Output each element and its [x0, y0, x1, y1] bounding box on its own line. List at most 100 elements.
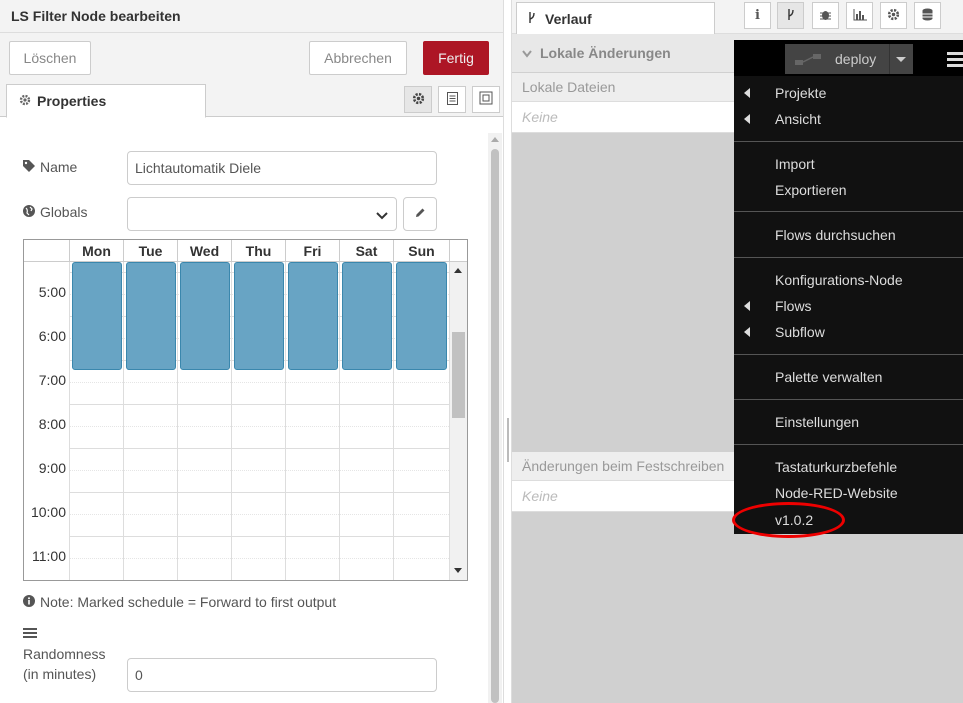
sidebar-context-button[interactable] — [914, 2, 941, 29]
menu-item-import[interactable]: Import — [734, 151, 963, 177]
menu-item-projects[interactable]: Projekte — [734, 80, 963, 106]
gridline — [123, 262, 124, 580]
caret-left-icon — [744, 301, 750, 311]
menu-item-config-nodes[interactable]: Konfigurations-Node — [734, 267, 963, 293]
gridline — [231, 262, 232, 580]
node-settings-button[interactable] — [404, 86, 432, 113]
time-label: 5:00 — [38, 284, 66, 300]
day-header: Fri — [285, 240, 339, 262]
schedule-event-sat[interactable] — [342, 262, 392, 370]
node-appearance-button[interactable] — [472, 86, 500, 113]
resize-frame-icon — [479, 91, 493, 108]
name-input[interactable]: Lichtautomatik Diele — [127, 151, 437, 185]
caret-left-icon — [744, 88, 750, 98]
randomness-input[interactable]: 0 — [127, 658, 437, 692]
deploy-divider — [889, 44, 890, 74]
globals-select[interactable] — [127, 197, 397, 231]
schedule-event-mon[interactable] — [72, 262, 122, 370]
tray-scroll-thumb[interactable] — [491, 149, 499, 703]
day-header: Wed — [177, 240, 231, 262]
tray-toolbar: Löschen Abbrechen Fertig — [0, 33, 503, 81]
time-label: 10:00 — [30, 504, 66, 520]
scroll-up-icon[interactable] — [491, 137, 499, 142]
time-label: 6:00 — [38, 328, 66, 344]
chevron-down-icon — [376, 208, 388, 224]
info-icon: i — [755, 8, 760, 23]
sidebar-config-button[interactable] — [880, 2, 907, 29]
deploy-button[interactable]: deploy — [785, 44, 913, 74]
sidebar-info-button[interactable]: i — [744, 2, 771, 29]
menu-separator — [734, 444, 963, 445]
menu-item-flows[interactable]: Flows — [734, 293, 963, 319]
done-button[interactable]: Fertig — [423, 41, 489, 75]
menu-item-subflow[interactable]: Subflow — [734, 319, 963, 345]
calendar-scroll-thumb[interactable] — [452, 332, 465, 418]
gear-icon — [19, 93, 31, 109]
sidebar-dashboard-button[interactable] — [846, 2, 873, 29]
schedule-event-thu[interactable] — [234, 262, 284, 370]
gridline — [69, 470, 449, 471]
version-highlight-annotation — [732, 502, 845, 538]
day-header: Tue — [123, 240, 177, 262]
menu-item-export[interactable]: Exportieren — [734, 177, 963, 203]
tray-divider[interactable] — [503, 0, 512, 703]
caret-down-icon[interactable] — [896, 57, 906, 62]
edit-tray: LS Filter Node bearbeiten Löschen Abbrec… — [0, 0, 503, 703]
menu-separator — [734, 257, 963, 258]
cancel-button[interactable]: Abbrechen — [309, 41, 407, 75]
tab-properties[interactable]: Properties — [6, 84, 206, 118]
delete-button[interactable]: Löschen — [9, 41, 91, 75]
menu-item-manage-palette[interactable]: Palette verwalten — [734, 364, 963, 390]
file-text-icon — [446, 91, 458, 108]
tab-history-label: Verlauf — [545, 10, 592, 27]
main-menu-icon[interactable] — [947, 52, 963, 67]
gear-icon — [887, 8, 900, 24]
info-circle-icon — [23, 594, 35, 610]
menu-item-settings[interactable]: Einstellungen — [734, 409, 963, 435]
branch-icon — [786, 8, 796, 24]
sidebar-debug-button[interactable] — [812, 2, 839, 29]
calendar-header: Mon Tue Wed Thu Fri Sat Sun — [24, 240, 467, 262]
day-header: Sat — [339, 240, 393, 262]
day-header: Mon — [69, 240, 123, 262]
main-menu: Projekte Ansicht Import Exportieren Flow… — [734, 76, 963, 534]
bug-icon — [819, 8, 832, 24]
edit-globals-button[interactable] — [403, 197, 437, 231]
menu-separator — [734, 211, 963, 212]
tray-title: LS Filter Node bearbeiten — [11, 8, 181, 24]
chart-icon — [853, 8, 867, 24]
gridline — [69, 404, 449, 405]
time-label: 7:00 — [38, 372, 66, 388]
gridline — [69, 492, 449, 493]
globals-label: Globals — [23, 204, 87, 220]
calendar-body[interactable]: 5:00 6:00 7:00 8:00 9:00 10:00 11:00 — [24, 262, 449, 580]
schedule-event-wed[interactable] — [180, 262, 230, 370]
schedule-calendar[interactable]: Mon Tue Wed Thu Fri Sat Sun 5:00 6:00 7:… — [23, 239, 468, 581]
time-label: 9:00 — [38, 460, 66, 476]
tab-properties-label: Properties — [37, 93, 107, 109]
menu-item-keyboard-shortcuts[interactable]: Tastaturkurzbefehle — [734, 454, 963, 480]
gridline — [393, 262, 394, 580]
app-header: deploy — [734, 40, 963, 76]
schedule-event-fri[interactable] — [288, 262, 338, 370]
gridline — [69, 262, 70, 580]
caret-left-icon — [744, 114, 750, 124]
menu-item-view[interactable]: Ansicht — [734, 106, 963, 132]
scroll-down-icon[interactable] — [454, 568, 462, 573]
tray-scrollbar[interactable] — [488, 133, 502, 703]
database-icon — [922, 8, 933, 24]
tray-tabs: Properties — [0, 81, 503, 118]
gridline — [339, 262, 340, 580]
sidebar-history-button[interactable] — [777, 2, 804, 29]
menu-separator — [734, 354, 963, 355]
schedule-event-sun[interactable] — [396, 262, 447, 370]
scroll-up-icon[interactable] — [454, 268, 462, 273]
menu-item-search-flows[interactable]: Flows durchsuchen — [734, 222, 963, 248]
gear-icon — [412, 92, 425, 108]
node-description-button[interactable] — [438, 86, 466, 113]
schedule-event-tue[interactable] — [126, 262, 176, 370]
tab-history[interactable]: Verlauf — [516, 2, 715, 35]
calendar-scrollbar[interactable] — [449, 262, 467, 580]
resize-grip-icon[interactable] — [507, 418, 509, 462]
gridline — [285, 262, 286, 580]
